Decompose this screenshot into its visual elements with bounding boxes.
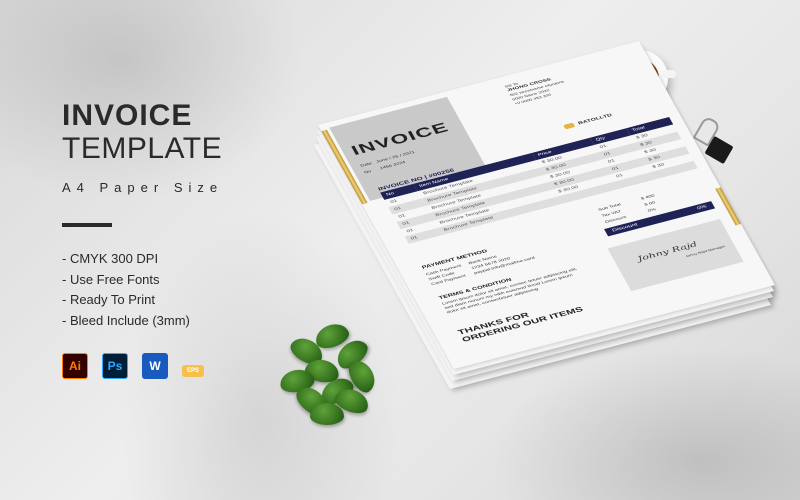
discount-label: Discount xyxy=(611,222,639,233)
promo-text: INVOICE TEMPLATE A4 Paper Size - CMYK 30… xyxy=(62,100,223,379)
bill-to: Bill To JHONG CROSS 502 streetname cityn… xyxy=(504,71,570,106)
divider xyxy=(62,223,112,227)
company-logo: BATOLLTD xyxy=(563,113,613,130)
title-line1: INVOICE xyxy=(62,99,193,132)
basil-plant xyxy=(275,315,395,425)
word-icon: W xyxy=(142,353,168,379)
signature: Johny Rajd xyxy=(636,240,699,263)
feature-item: - Bleed Include (3mm) xyxy=(62,312,190,328)
photoshop-icon: Ps xyxy=(102,353,128,379)
logo-icon xyxy=(563,122,576,130)
discount-value: 0% xyxy=(696,204,708,211)
subtitle: A4 Paper Size xyxy=(62,180,224,195)
no-label: No xyxy=(363,169,373,175)
feature-item: - CMYK 300 DPI xyxy=(62,251,159,266)
cup-handle xyxy=(662,70,676,78)
feature-item: - Use Free Fonts xyxy=(62,271,160,287)
feature-list: - CMYK 300 DPI - Use Free Fonts - Ready … xyxy=(62,249,223,331)
company-name: BATOLLTD xyxy=(577,113,613,126)
illustrator-icon: Ai xyxy=(62,353,88,379)
software-icons: Ai Ps W EPS xyxy=(62,353,223,379)
eps-icon: EPS xyxy=(182,365,204,377)
feature-item: - Ready To Print xyxy=(62,292,155,307)
leaf xyxy=(310,403,344,425)
title-line2: TEMPLATE xyxy=(62,132,223,165)
